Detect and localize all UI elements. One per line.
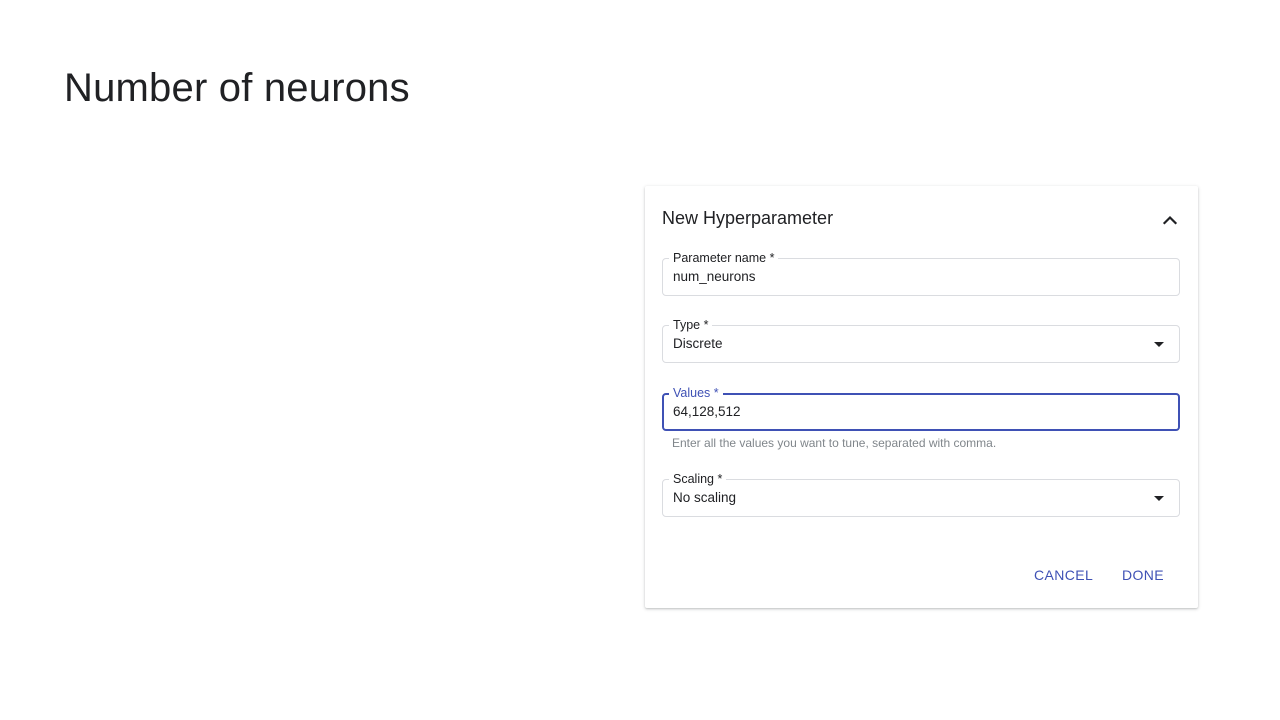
done-button[interactable]: DONE	[1122, 566, 1164, 584]
scaling-select[interactable]: Scaling * No scaling	[662, 471, 1180, 517]
dropdown-arrow-icon[interactable]	[1154, 496, 1164, 501]
new-hyperparameter-dialog: New Hyperparameter Parameter name * num_…	[645, 186, 1198, 608]
parameter-name-field[interactable]: Parameter name * num_neurons	[662, 250, 1180, 296]
values-label: Values *	[669, 385, 723, 401]
type-value: Discrete	[673, 336, 723, 351]
cancel-button[interactable]: CANCEL	[1034, 566, 1093, 584]
slide-title: Number of neurons	[64, 66, 410, 110]
scaling-value: No scaling	[673, 490, 737, 505]
chevron-up-icon[interactable]	[1161, 211, 1179, 229]
dialog-title: New Hyperparameter	[662, 208, 834, 228]
values-value: 64,128,512	[673, 404, 741, 419]
parameter-name-value: num_neurons	[673, 269, 756, 284]
type-select[interactable]: Type * Discrete	[662, 317, 1180, 363]
type-label: Type *	[669, 317, 713, 333]
dialog-header: New Hyperparameter	[662, 208, 1181, 232]
parameter-name-label: Parameter name *	[669, 250, 779, 266]
dropdown-arrow-icon[interactable]	[1154, 342, 1164, 347]
values-field[interactable]: Values * 64,128,512	[662, 385, 1180, 431]
values-hint: Enter all the values you want to tune, s…	[672, 436, 997, 450]
scaling-label: Scaling *	[669, 471, 727, 487]
